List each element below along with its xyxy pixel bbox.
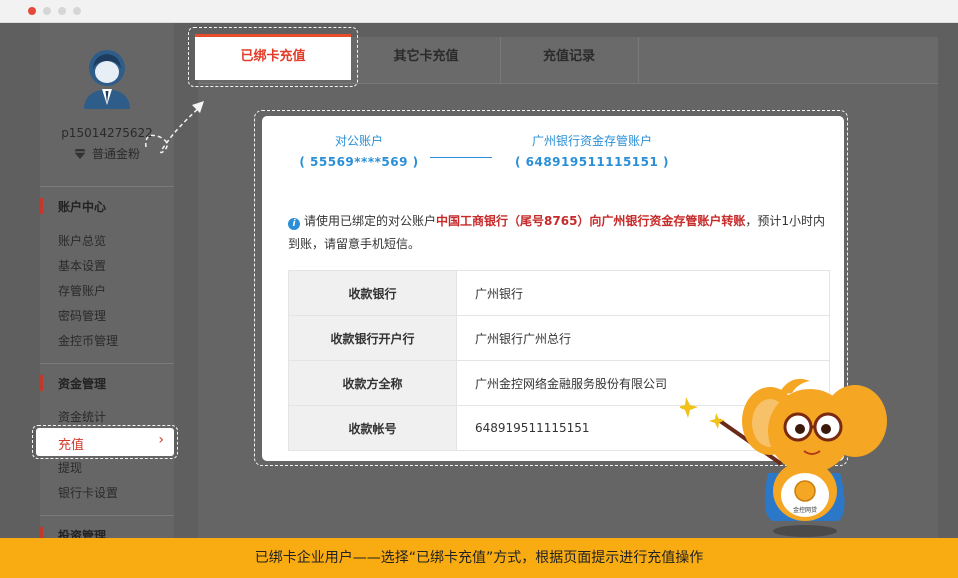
target-account-label: 广州银行资金存管账户 [531, 134, 652, 148]
source-account-label: 对公账户 [334, 134, 383, 148]
sidebar-item-account-overview[interactable]: 账户总览 [58, 232, 106, 249]
row-key: 收款帐号 [288, 405, 457, 451]
chevron-right-icon: › [158, 432, 164, 448]
diamond-icon [73, 149, 86, 159]
tab-recharge-records[interactable]: 充值记录 [500, 37, 639, 83]
extra-dot-icon [73, 7, 81, 15]
maximize-dot-icon[interactable] [58, 7, 66, 15]
table-row: 收款银行 广州银行 [288, 270, 830, 316]
sidebar-item-bank-card-settings[interactable]: 银行卡设置 [58, 484, 118, 501]
row-key: 收款银行 [288, 270, 457, 316]
target-account: 广州银行资金存管账户 ( 648919511115151 ) [502, 132, 682, 169]
row-value: 广州银行 [456, 270, 830, 316]
sidebar-item-custody-account[interactable]: 存管账户 [58, 282, 106, 299]
source-account: 对公账户 ( 55569****569 ) [288, 132, 430, 169]
target-account-number: ( 648919511115151 ) [514, 155, 670, 169]
notice-highlight: 中国工商银行（尾号8765）向广州银行资金存管账户转账 [436, 214, 746, 228]
notice-text-pre: 请使用已绑定的对公账户 [304, 214, 437, 228]
sidebar-item-label: 充值 [58, 438, 85, 453]
section-marker [40, 375, 43, 391]
sidebar-item-basic-settings[interactable]: 基本设置 [58, 257, 106, 274]
table-row: 收款银行开户行 广州银行广州总行 [288, 315, 830, 361]
page-stage: p15014275622 普通金粉 账户中心 账户总览 基本设置 存管账户 密码… [0, 23, 958, 538]
elephant-mascot-icon: 金控网贷 [680, 378, 887, 537]
row-key: 收款银行开户行 [288, 315, 457, 361]
tab-label: 已绑卡充值 [240, 49, 306, 64]
sidebar-item-coin-management[interactable]: 金控币管理 [58, 332, 118, 349]
transfer-connector [430, 157, 492, 158]
sidebar-item-withdraw[interactable]: 提现 [58, 459, 82, 476]
minimize-dot-icon[interactable] [43, 7, 51, 15]
section-title: 账户中心 [58, 200, 107, 214]
info-icon: i [288, 218, 300, 230]
transfer-notice: i 请使用已绑定的对公账户中国工商银行（尾号8765）向广州银行资金存管账户转账，… [288, 210, 828, 256]
member-level-label: 普通金粉 [91, 147, 140, 161]
section-marker [40, 527, 43, 538]
tab-other-card-recharge[interactable]: 其它卡充值 [352, 37, 501, 83]
tab-bound-card-recharge[interactable]: 已绑卡充值 [195, 34, 351, 80]
source-account-number: ( 55569****569 ) [299, 155, 419, 169]
window-titlebar [0, 0, 958, 23]
section-account-center: 账户中心 [40, 186, 174, 223]
section-fund-management: 资金管理 [40, 363, 174, 400]
section-title: 资金管理 [58, 377, 107, 391]
row-key: 收款方全称 [288, 360, 457, 406]
sidebar-item-password[interactable]: 密码管理 [58, 307, 106, 324]
pointer-arrow-icon [145, 101, 204, 154]
mascot-badge-text: 金控网贷 [793, 506, 817, 514]
close-dot-icon[interactable] [28, 7, 36, 15]
row-value: 广州银行广州总行 [456, 315, 830, 361]
sidebar-item-recharge[interactable]: 充值 › [36, 428, 174, 456]
caption-bar: 已绑卡企业用户——选择“已绑卡充值”方式，根据页面提示进行充值操作 [0, 538, 958, 578]
sidebar-item-fund-stats[interactable]: 资金统计 [58, 408, 106, 425]
caption-text: 已绑卡企业用户——选择“已绑卡充值”方式，根据页面提示进行充值操作 [254, 550, 704, 566]
section-title: 投资管理 [58, 529, 107, 538]
section-marker [40, 198, 43, 214]
section-investment-management: 投资管理 [40, 515, 174, 538]
user-avatar-icon[interactable] [80, 43, 134, 109]
